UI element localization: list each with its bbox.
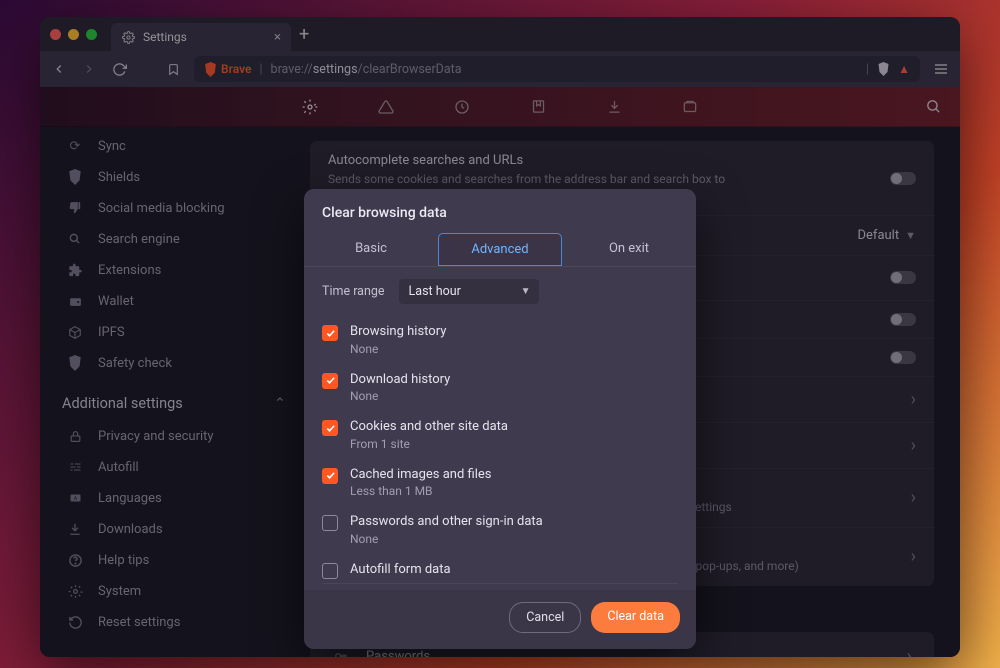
clear-data-dialog: Clear browsing data Basic Advanced On ex… (304, 189, 696, 649)
check-row: Download historyNone (322, 364, 678, 412)
checkbox[interactable] (322, 420, 338, 436)
checkbox[interactable] (322, 373, 338, 389)
time-range-select[interactable]: Last hour ▼ (399, 279, 539, 304)
browser-window: Settings × + Brave | brave://settings/cl… (40, 17, 960, 657)
check-row: Cookies and other site data From 1 site (322, 411, 678, 459)
check-row: Cached images and filesLess than 1 MB (322, 459, 678, 507)
check-row: Browsing history None (322, 316, 678, 364)
check-label: Cookies and other site data (350, 419, 508, 435)
check-label: Autofill form data (350, 562, 451, 578)
tab-advanced[interactable]: Advanced (438, 233, 562, 266)
check-row: Passwords and other sign-in data None (322, 506, 678, 554)
dialog-title: Clear browsing data (304, 189, 696, 233)
dialog-footer: Cancel Clear data (304, 590, 696, 649)
dialog-tabs: Basic Advanced On exit (304, 233, 696, 267)
clear-data-button[interactable]: Clear data (591, 602, 680, 633)
checkbox[interactable] (322, 468, 338, 484)
tab-on-exit[interactable]: On exit (568, 233, 690, 266)
check-label: Cached images and files (350, 467, 491, 483)
check-label: Download history (350, 372, 450, 388)
check-sublabel: None (350, 389, 450, 403)
checkbox[interactable] (322, 515, 338, 531)
select-value: Last hour (409, 284, 461, 299)
time-range-label: Time range (322, 284, 385, 299)
checkbox[interactable] (322, 563, 338, 579)
check-label: Browsing history (350, 324, 446, 340)
checkbox[interactable] (322, 325, 338, 341)
tab-basic[interactable]: Basic (310, 233, 432, 266)
check-sublabel: From 1 site (350, 437, 508, 451)
check-sublabel: None (350, 532, 543, 546)
cancel-button[interactable]: Cancel (509, 602, 581, 633)
check-sublabel: Less than 1 MB (350, 484, 491, 498)
chevron-down-icon: ▼ (521, 286, 531, 297)
clear-data-checklist: Browsing historyNoneDownload historyNone… (304, 316, 696, 590)
time-range-row: Time range Last hour ▼ (304, 267, 696, 316)
check-sublabel: None (350, 342, 446, 356)
check-label: Passwords and other sign-in data (350, 514, 543, 530)
check-row: Autofill form data (322, 554, 678, 584)
